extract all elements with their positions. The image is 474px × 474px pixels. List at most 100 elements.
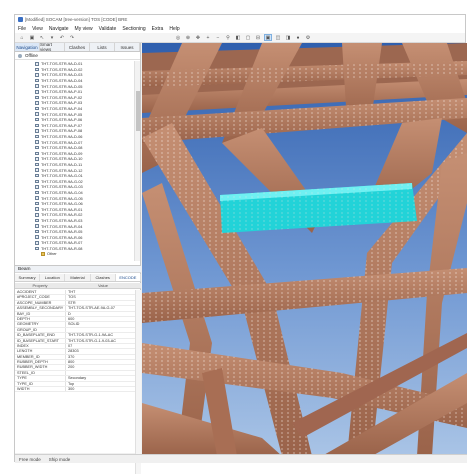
property-value: THT-TOS-STR-AE-9A-G-07 [65,306,135,311]
save-icon[interactable]: ▣ [28,34,36,41]
element-icon [35,185,39,189]
property-row[interactable]: WIDTH 300 [15,387,135,393]
redo-icon[interactable]: ↷ [68,34,76,41]
menu-item-file[interactable]: File [18,26,26,32]
properties-tab-material[interactable]: Material [65,274,91,281]
menu-item-validate[interactable]: Validate [99,26,117,32]
value-column-header[interactable]: Value [65,283,141,288]
tree-item-label: THT-TOS-STR-9A-G-03 [41,184,83,190]
tree-item-label: THT-TOS-STR-9A-R-08 [41,245,83,251]
tree-item-label: THT-TOS-STR-9A-R-06 [41,234,83,240]
view-mode-icon[interactable]: ▣ [264,34,272,41]
tree-item-label: THT-TOS-STR-9A-R-05 [41,229,83,235]
tree-item-label: THT-TOS-STR-9A-D-11 [41,161,83,167]
menu-item-extra[interactable]: Extra [152,26,164,32]
color-icon[interactable]: ● [294,34,302,41]
property-value: STR [65,300,135,306]
element-icon [35,218,39,223]
tree-item-label: THT-TOS-STR-9A-G-06 [41,201,83,207]
undo-icon[interactable]: ↶ [58,34,66,41]
properties-tab-location[interactable]: Location [40,274,66,281]
element-icon [35,106,39,111]
element-icon [35,190,39,195]
tree-folder-other[interactable]: Other [15,251,133,257]
app-window: [Modified] SOCAM [tree-version] TOS [COD… [14,14,467,474]
dropdown-icon[interactable]: ▾ [48,34,56,41]
property-key: STEEL_ID [17,370,35,375]
settings-icon[interactable]: ⚙ [304,34,312,41]
element-icon [35,67,39,72]
property-value [65,370,135,376]
tree-item-label: THT-TOS-STR-9A-D-08 [41,145,83,151]
box-icon[interactable]: ▢ [244,34,252,41]
property-value: Top [65,381,135,387]
properties-header: Property Value [15,283,141,289]
tab-lists[interactable]: Lists [90,43,115,51]
measure-icon[interactable]: ⊟ [254,34,262,41]
tree-item-label: THT-TOS-STR-9A-D-01 [41,61,83,67]
tree-item-label: THT-TOS-STR-9A-D-07 [41,139,83,145]
property-value: 800 [65,360,135,365]
window-title: [Modified] SOCAM [tree-version] TOS [COD… [25,17,128,22]
3d-viewport[interactable] [142,43,467,456]
element-icon [35,134,39,139]
structure-render[interactable] [142,43,467,456]
navigation-tabs: Navigation Smart views Clashes Lists Issues [15,42,140,52]
element-icon [35,224,39,228]
orbit-icon[interactable]: ⊕ [184,34,192,41]
tab-issues[interactable]: Issues [115,43,140,51]
title-bar: [Modified] SOCAM [tree-version] TOS [COD… [15,15,465,24]
connection-status-label: Offline [25,53,38,58]
isolate-icon[interactable]: ◨ [284,34,292,41]
tree-item-label: THT-TOS-STR-9A-D-09 [41,150,83,156]
properties-scrollbar[interactable] [135,290,141,474]
menu-item-help[interactable]: Help [169,26,179,32]
tree-folder-label: Other [47,251,57,257]
property-value: 600 [65,316,135,322]
element-icon [35,129,39,133]
tree-scroll-thumb[interactable] [136,91,140,131]
element-icon [35,179,39,184]
menu-item-my-view[interactable]: My view [75,26,93,32]
select-icon[interactable]: ↖ [38,34,46,41]
element-icon [35,117,39,122]
property-key: GROUP_ID [17,327,37,332]
tree-item-label: THT-TOS-STR-9A-R-04 [41,223,83,229]
tab-navigation[interactable]: Navigation [15,43,40,51]
property-key: ASSEMBLY_SECONDARY [17,306,64,311]
tree-item-label: THT-TOS-STR-9A-R-07 [41,240,83,246]
pan-icon[interactable]: ✥ [194,34,202,41]
property-key: WIDTH [17,387,30,392]
section-icon[interactable]: ◧ [234,34,242,41]
menu-item-sectioning[interactable]: Sectioning [122,26,145,32]
left-panel: Navigation Smart views Clashes Lists Issues … [15,42,142,474]
hide-icon[interactable]: ◫ [274,34,282,41]
properties-tab-summary[interactable]: Summary [15,274,41,281]
tree-item-label: THT-TOS-STR-9A-P-08 [41,128,83,134]
property-value [65,327,135,333]
element-icon [35,173,39,178]
menu-item-navigate[interactable]: Navigate [49,26,69,32]
tree-item-label: THT-TOS-STR-9A-P-01 [41,89,83,95]
element-icon [35,123,39,128]
properties-tab-encode[interactable]: ENCODE [115,274,142,281]
home-icon[interactable]: ⌂ [18,34,26,41]
tree-item-label: THT-TOS-STR-9A-R-01 [41,206,83,212]
property-value: 200 [65,365,135,370]
properties-tab-clashes[interactable]: Clashes [91,274,116,281]
zoom-out-icon[interactable]: − [214,34,222,41]
property-value: SOLID [65,322,135,327]
menu-item-view[interactable]: View [32,26,43,32]
tree-item-label: THT-TOS-STR-9A-D-02 [41,66,83,72]
tree-item-label: THT-TOS-STR-9A-R-03 [41,217,83,223]
element-icon [35,207,39,211]
tree-scrollbar[interactable] [134,61,140,261]
tab-clashes[interactable]: Clashes [65,43,90,51]
property-key: RUBBER_WIDTH [17,365,48,370]
property-value: THT [65,290,135,295]
walk-icon[interactable]: ⚲ [224,34,232,41]
tab-smart-views[interactable]: Smart views [40,42,65,52]
zoom-in-icon[interactable]: + [204,34,212,41]
zoom-fit-icon[interactable]: ◎ [174,34,182,41]
property-column-header[interactable]: Property [15,283,65,288]
